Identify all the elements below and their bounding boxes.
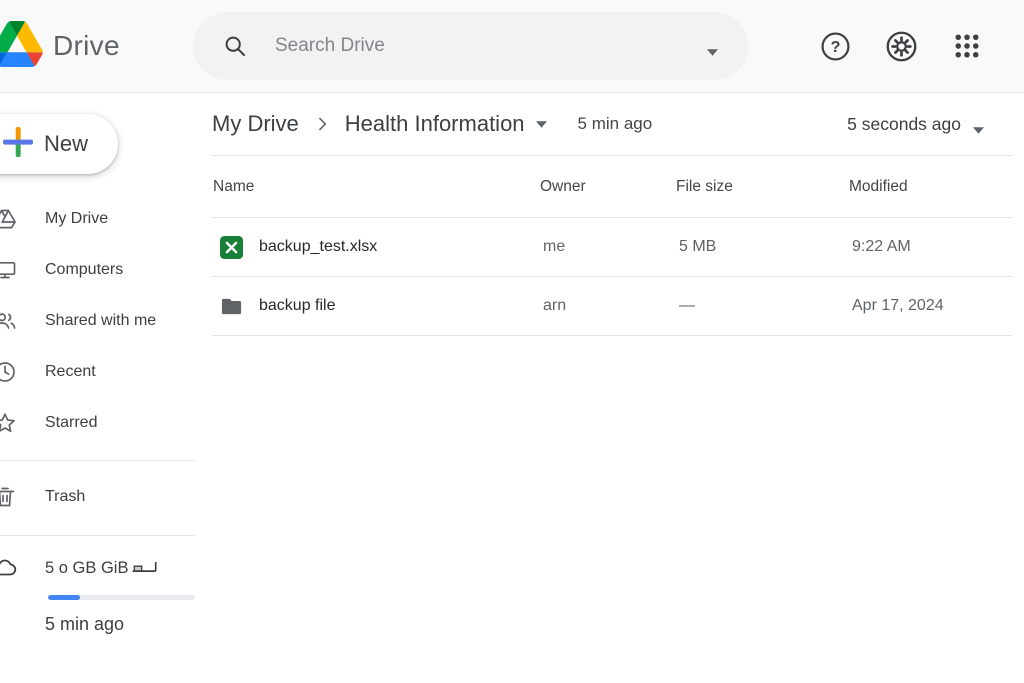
folder-menu-caret-icon[interactable] (535, 120, 547, 128)
storage-progress-fill (48, 595, 81, 600)
folder-modified-hint: 5 min ago (577, 114, 653, 133)
my-drive-icon (0, 207, 19, 231)
file-modified: Apr 17, 2024 (852, 297, 944, 314)
sidebar-item-my-drive[interactable]: My Drive (0, 193, 195, 244)
computers-icon (0, 258, 19, 282)
sidebar-item-trash[interactable]: Trash (0, 471, 195, 522)
sidebar-item-computers[interactable]: Computers (0, 244, 195, 295)
storage-progress-bar (48, 595, 195, 600)
new-button[interactable]: New (0, 114, 118, 174)
chevron-right-icon (312, 114, 332, 134)
sidebar-item-label: My Drive (45, 209, 109, 227)
search-bar[interactable] (193, 12, 748, 80)
sidebar-divider (0, 535, 195, 536)
file-size: — (679, 297, 695, 314)
file-size: 5 MB (679, 238, 717, 255)
file-owner: me (543, 238, 566, 255)
apps-grid-icon[interactable] (952, 31, 982, 61)
column-header-size[interactable]: File size (676, 178, 849, 196)
top-header: Drive ? (0, 0, 1024, 93)
corrupted-glyph-icon (131, 559, 159, 580)
table-row-backup-file[interactable]: backup file arn — Apr 17, 2024 (195, 277, 1024, 335)
storage-updated-text: 5 min ago (45, 614, 125, 634)
excel-file-icon (220, 235, 243, 259)
sidebar-item-recent[interactable]: Recent (0, 346, 195, 397)
sidebar-item-starred[interactable]: Starred (0, 397, 195, 448)
drive-logo-area[interactable]: Drive (0, 0, 193, 92)
help-icon[interactable]: ? (820, 31, 851, 62)
file-name: backup file (259, 297, 336, 314)
sidebar-nav: My Drive Computers Shared with me Recent… (0, 193, 195, 635)
sidebar-item-label: Starred (45, 413, 98, 431)
sidebar-item-label: Shared with me (45, 311, 157, 329)
sync-status-text: 5 seconds ago (847, 113, 961, 134)
app-title: Drive (53, 30, 120, 61)
settings-icon[interactable] (885, 30, 918, 63)
search-icon[interactable] (223, 34, 247, 58)
sidebar: New My Drive Computers Shared with me Re… (0, 93, 195, 683)
recent-icon (0, 360, 19, 384)
storage-section[interactable]: 5 o GB GiB 5 min ago (0, 556, 195, 635)
column-header-modified[interactable]: Modified (849, 178, 1024, 196)
main-panel: My Drive Health Information 5 min ago 5 … (195, 93, 1024, 683)
sidebar-item-shared-with-me[interactable]: Shared with me (0, 295, 195, 346)
sidebar-divider (0, 460, 195, 461)
trash-icon (0, 485, 19, 509)
sync-status[interactable]: 5 seconds ago (847, 114, 984, 135)
storage-label: 5 o GB GiB (45, 558, 129, 577)
sidebar-item-label: Recent (45, 362, 96, 380)
cloud-icon (0, 556, 19, 580)
sidebar-item-label: Computers (45, 260, 124, 278)
search-input[interactable] (275, 35, 707, 57)
starred-icon (0, 411, 19, 435)
breadcrumb-my-drive[interactable]: My Drive (212, 111, 299, 137)
sidebar-item-label: Trash (45, 487, 86, 505)
breadcrumb-current-folder[interactable]: Health Information (345, 111, 525, 137)
folder-icon (220, 295, 243, 318)
divider (212, 335, 1012, 336)
file-list-header: Name Owner File size Modified (195, 156, 1024, 217)
sync-caret-icon[interactable] (973, 121, 984, 134)
search-options-caret-icon[interactable] (707, 43, 718, 56)
new-button-label: New (44, 131, 89, 156)
column-header-name[interactable]: Name (213, 178, 540, 196)
header-actions: ? (820, 30, 1024, 63)
breadcrumb: My Drive Health Information 5 min ago 5 … (195, 93, 1024, 155)
file-modified: 9:22 AM (852, 238, 911, 255)
table-row-backup-test-xlsx[interactable]: backup_test.xlsx me 5 MB 9:22 AM (195, 218, 1024, 276)
file-name: backup_test.xlsx (259, 238, 378, 255)
shared-with-me-icon (0, 309, 19, 333)
plus-icon (1, 125, 35, 164)
file-owner: arn (543, 297, 567, 314)
column-header-owner[interactable]: Owner (540, 178, 676, 196)
svg-text:?: ? (831, 37, 841, 55)
drive-logo-icon (0, 20, 43, 72)
